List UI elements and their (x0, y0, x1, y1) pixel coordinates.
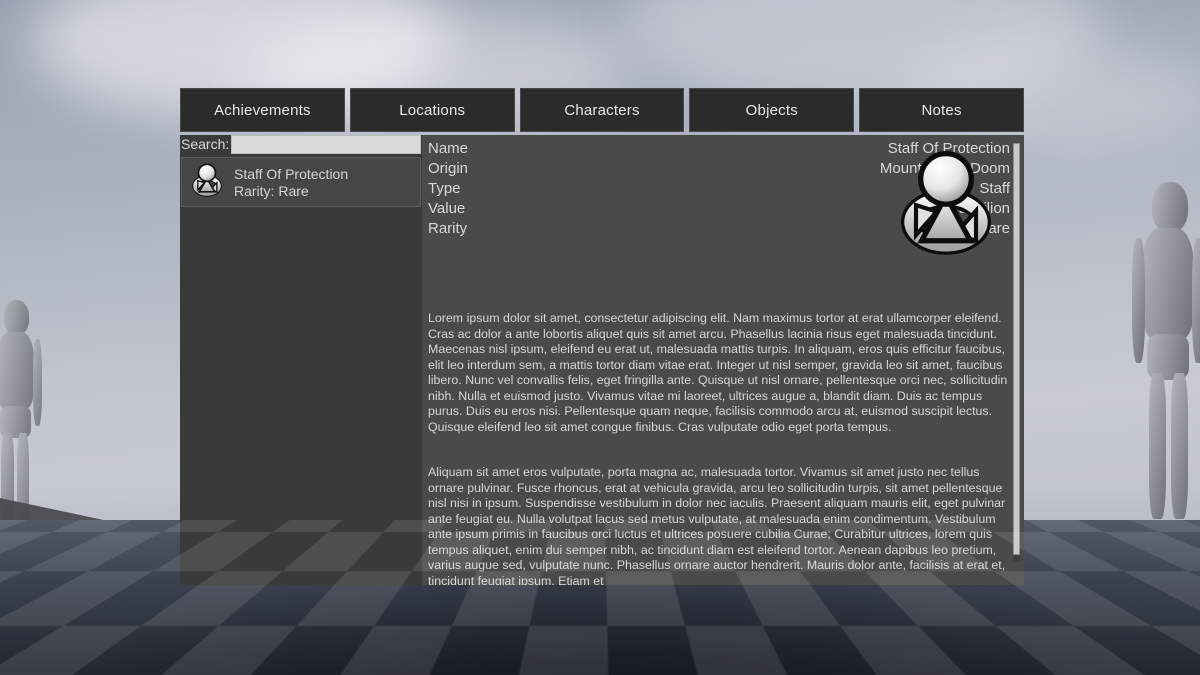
description-paragraph: Aliquam sit amet eros vulputate, porta m… (428, 465, 1006, 585)
journal-window: Achievements Locations Characters Object… (180, 88, 1024, 585)
detail-panel: Name Origin Type Value Rarity Staff Of P… (422, 135, 1024, 585)
search-row: Search: (180, 135, 422, 154)
list-item[interactable]: Staff Of Protection Rarity: Rare (181, 157, 421, 207)
tab-locations[interactable]: Locations (349, 88, 515, 132)
stat-label-name: Name (428, 140, 469, 157)
tab-label: Achievements (214, 101, 311, 119)
stat-label-rarity: Rarity (428, 220, 468, 237)
sphere-arrows-placeholder-icon (886, 141, 1006, 273)
mannequin-right (1130, 182, 1200, 519)
tab-objects[interactable]: Objects (689, 88, 855, 132)
tab-achievements[interactable]: Achievements (180, 88, 345, 132)
entry-list: Staff Of Protection Rarity: Rare (180, 154, 422, 585)
scrollbar-thumb[interactable] (1013, 143, 1020, 555)
scrollbar-track[interactable] (1013, 143, 1020, 561)
stat-label-value: Value (428, 200, 466, 217)
tab-notes[interactable]: Notes (859, 88, 1024, 132)
list-item-text: Staff Of Protection Rarity: Rare (234, 167, 348, 198)
search-input[interactable] (231, 135, 421, 154)
stat-label-origin: Origin (428, 160, 469, 177)
description-paragraph: Lorem ipsum dolor sit amet, consectetur … (428, 311, 1008, 434)
sphere-arrows-placeholder-icon (186, 161, 228, 203)
tab-bar: Achievements Locations Characters Object… (180, 88, 1024, 132)
tab-label: Objects (745, 101, 798, 119)
description-body: Lorem ipsum dolor sit amet, consectetur … (422, 311, 1024, 585)
stat-labels: Name Origin Type Value Rarity (428, 141, 468, 237)
mannequin-left (0, 300, 44, 535)
stat-label-type: Type (428, 180, 461, 197)
tab-label: Notes (921, 101, 962, 119)
list-column: Search: Staff Of Protection Rarity: Rare (180, 135, 422, 585)
tab-characters[interactable]: Characters (519, 88, 685, 132)
list-item-rarity: Rarity: Rare (234, 182, 309, 199)
search-label: Search: (181, 136, 230, 152)
tab-label: Characters (564, 101, 640, 119)
list-item-name: Staff Of Protection (234, 165, 349, 182)
tab-label: Locations (399, 101, 466, 119)
window-body: Search: Staff Of Protection Rarity: Rare… (180, 135, 1024, 585)
